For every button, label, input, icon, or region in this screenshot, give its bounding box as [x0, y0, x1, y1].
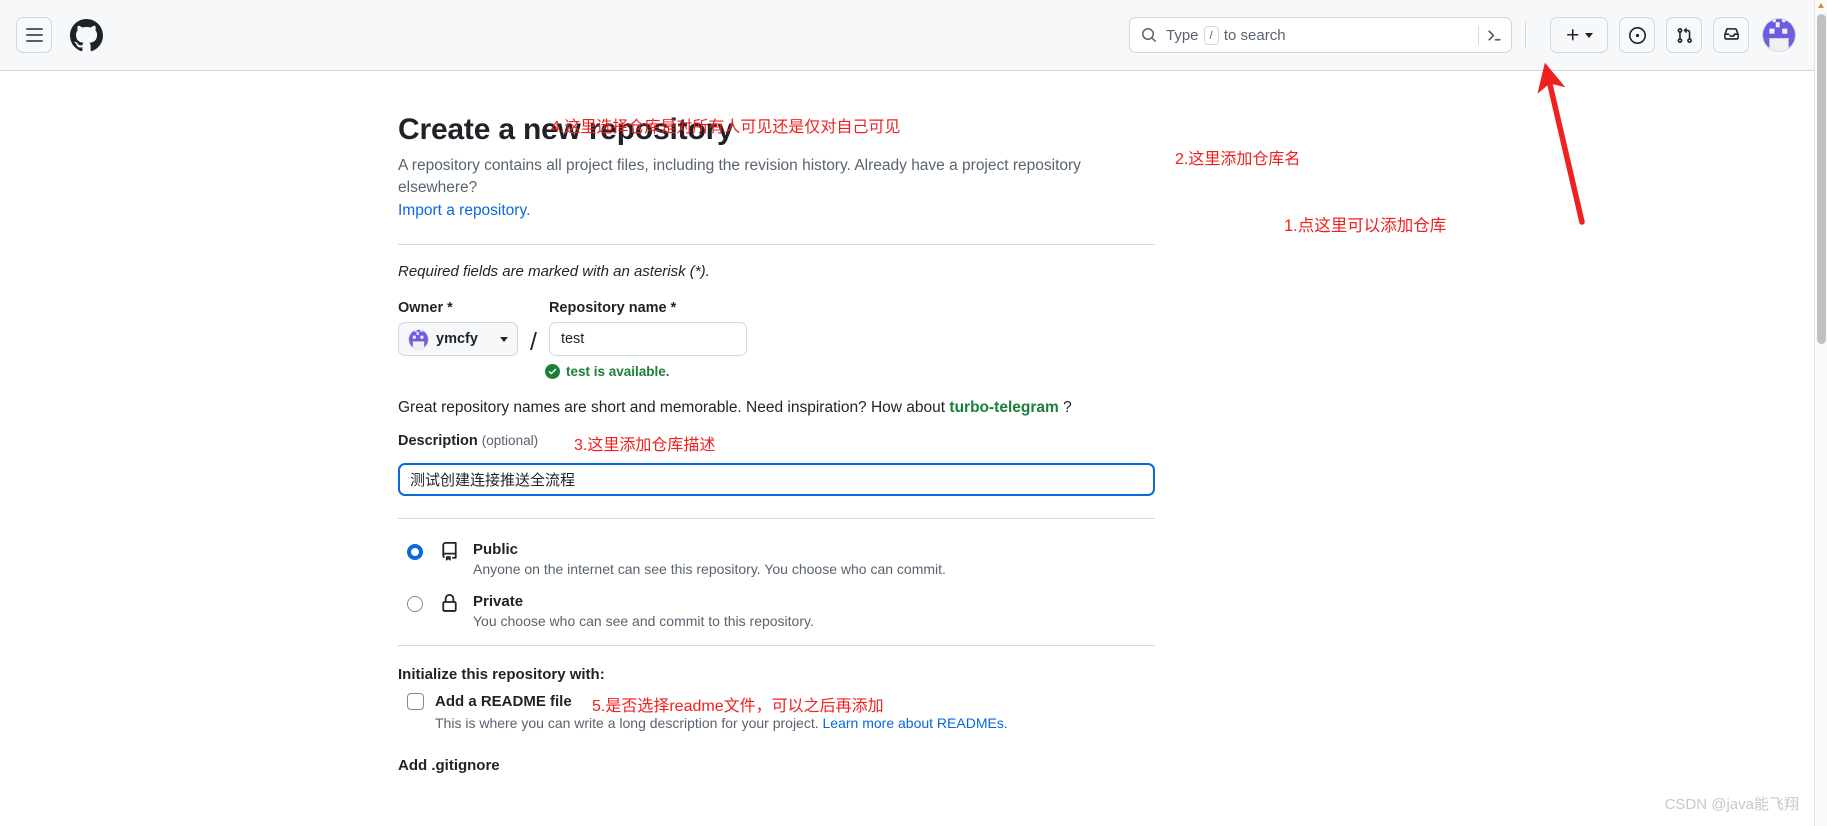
scroll-up-arrow-icon[interactable] — [1818, 3, 1824, 8]
initialize-section: Initialize this repository with: Add a R… — [398, 666, 1155, 774]
owner-and-name-row: Owner * ymcfy / Repository name * test 2… — [398, 151, 1300, 357]
annotation-visibility: 4.这里选择仓库是对所有人可见还是仅对自己可见 — [551, 119, 901, 136]
watermark: CSDN @java能飞翔 — [1664, 796, 1799, 813]
search-input[interactable]: Type / to search — [1129, 17, 1512, 53]
issues-button[interactable] — [1619, 17, 1655, 53]
repository-name-hint: Great repository names are short and mem… — [398, 399, 1155, 417]
public-description: Anyone on the internet can see this repo… — [473, 561, 946, 578]
page-description-text: A repository contains all project files,… — [398, 157, 1081, 197]
annotation-readme: 5.是否选择readme文件，可以之后再添加 — [592, 698, 884, 716]
repository-name-field: Repository name * — [548, 300, 747, 357]
new-repository-form: Create a new repository A repository con… — [398, 113, 1300, 774]
global-header: Type / to search — [0, 0, 1814, 71]
readme-checkbox[interactable] — [407, 693, 424, 711]
private-description: You choose who can see and commit to thi… — [473, 613, 814, 630]
page-description: A repository contains all project files,… — [398, 155, 1155, 222]
pull-requests-button[interactable] — [1666, 17, 1702, 53]
owner-avatar — [408, 328, 429, 350]
user-avatar-button[interactable] — [1762, 18, 1796, 52]
gitignore-heading: Add .gitignore — [398, 757, 500, 775]
owner-field: Owner * ymcfy — [398, 300, 518, 357]
readme-learn-more-link[interactable]: Learn more about READMEs. — [823, 715, 1008, 731]
chevron-down-icon — [500, 336, 508, 342]
public-option-text: Public Anyone on the internet can see th… — [473, 541, 946, 577]
owner-name: ymcfy — [436, 331, 478, 348]
public-radio[interactable] — [407, 544, 423, 561]
suggested-name-link[interactable]: turbo-telegram — [949, 399, 1058, 416]
search-icon — [1141, 27, 1157, 43]
search-slash-key: / — [1203, 25, 1219, 45]
inbox-icon — [1723, 27, 1739, 40]
create-new-button[interactable] — [1550, 17, 1608, 53]
private-option-text: Private You choose who can see and commi… — [473, 593, 814, 629]
initialize-heading: Initialize this repository with: — [398, 666, 605, 684]
search-placeholder-prefix: Type — [1166, 26, 1199, 44]
hamburger-icon-line — [25, 28, 43, 30]
issue-opened-icon — [1628, 26, 1646, 44]
notifications-button[interactable] — [1713, 17, 1749, 53]
hamburger-menu-button[interactable] — [16, 17, 52, 53]
repository-name-input[interactable] — [548, 322, 747, 357]
hamburger-icon-line — [25, 40, 43, 42]
visibility-option-public[interactable]: Public Anyone on the internet can see th… — [398, 119, 1155, 577]
description-input[interactable] — [398, 463, 1155, 497]
terminal-prompt-icon[interactable] — [1486, 27, 1503, 44]
import-repository-link[interactable]: Import a repository. — [398, 202, 530, 219]
private-radio[interactable] — [407, 596, 423, 613]
search-divider — [1478, 25, 1479, 45]
description-label: Description (optional) — [398, 433, 1155, 449]
description-label-text: Description — [398, 433, 478, 450]
avatar-identicon — [1763, 19, 1795, 51]
owner-name-separator: / — [530, 328, 537, 357]
owner-select[interactable]: ymcfy — [398, 322, 518, 357]
required-fields-note: Required fields are marked with an aster… — [398, 263, 710, 281]
lock-icon — [440, 594, 459, 618]
description-optional-text: (optional) — [481, 433, 539, 449]
hint-before: Great repository names are short and mem… — [398, 399, 946, 417]
description-field: Description (optional) 3.这里添加仓库描述 — [398, 433, 1155, 497]
chevron-down-icon — [1585, 32, 1593, 38]
name-availability-status: test is available. — [545, 364, 1155, 380]
plus-icon — [1567, 29, 1579, 41]
hint-after: ? — [1063, 399, 1072, 417]
readme-description-text: This is where you can write a long descr… — [435, 715, 819, 732]
readme-description: This is where you can write a long descr… — [435, 715, 1155, 731]
repository-name-label: Repository name * — [548, 300, 677, 317]
private-label: Private — [473, 593, 524, 611]
header-divider — [1525, 22, 1526, 48]
readme-label: Add a README file — [435, 693, 572, 711]
scrollbar-thumb[interactable] — [1817, 14, 1826, 344]
availability-text: test is available. — [566, 364, 670, 380]
owner-label: Owner * — [398, 300, 453, 317]
readme-option[interactable]: Add a README file 5.是否选择readme文件，可以之后再添加 — [398, 693, 1155, 715]
annotation-repo-name: 2.这里添加仓库名 — [1175, 151, 1301, 168]
git-pull-request-icon — [1677, 27, 1692, 43]
page-scrollbar[interactable] — [1814, 0, 1827, 826]
visibility-option-private[interactable]: Private You choose who can see and commi… — [398, 593, 1155, 629]
repo-book-icon — [440, 542, 459, 566]
visibility-options: Public Anyone on the internet can see th… — [398, 119, 1155, 629]
check-circle-fill-icon — [545, 364, 560, 380]
annotation-description: 3.这里添加仓库描述 — [574, 437, 716, 455]
search-placeholder-suffix: to search — [1223, 26, 1286, 44]
github-logo-icon[interactable] — [70, 18, 103, 52]
main-content: Create a new repository A repository con… — [0, 71, 1814, 826]
annotation-add-repo: 1.点这里可以添加仓库 — [1284, 217, 1447, 235]
divider — [398, 645, 1155, 647]
divider — [398, 244, 1155, 246]
public-label: Public — [473, 541, 519, 559]
search-placeholder: Type / to search — [1166, 25, 1478, 45]
hamburger-icon-line — [25, 34, 43, 36]
divider — [398, 518, 1155, 520]
